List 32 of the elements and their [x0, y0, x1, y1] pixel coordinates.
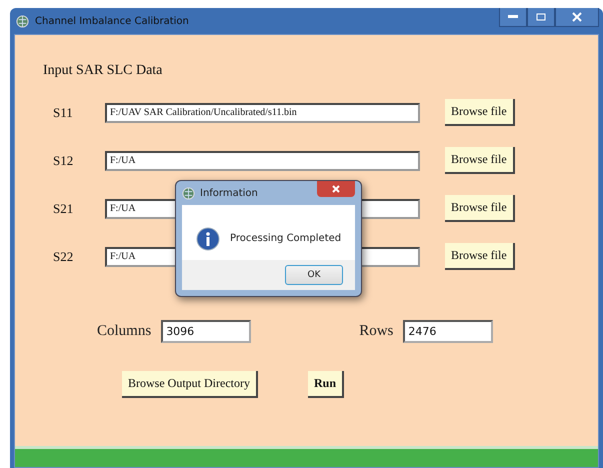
columns-field[interactable]: 3096	[161, 320, 252, 343]
channel-label: S12	[52, 152, 74, 168]
app-icon	[16, 14, 29, 28]
dialog-close-button[interactable]	[317, 181, 355, 197]
file-path-field[interactable]: F:/UAV SAR Calibration/Uncalibrated/s11.bin	[105, 102, 420, 122]
browse-file-button[interactable]: Browse file	[445, 243, 515, 270]
close-button[interactable]	[555, 8, 599, 27]
browse-file-button[interactable]: Browse file	[445, 147, 515, 174]
info-icon	[196, 226, 220, 250]
rows-label: Rows	[359, 323, 394, 340]
minimize-icon	[508, 15, 518, 19]
run-button[interactable]: Run	[308, 371, 344, 398]
window-title: Channel Imbalance Calibration	[35, 16, 189, 26]
maximize-icon	[536, 13, 546, 21]
close-icon	[572, 12, 582, 22]
rows-field[interactable]: 2476	[403, 320, 494, 343]
dialog-message: Processing Completed	[230, 233, 342, 244]
browse-file-button[interactable]: Browse file	[445, 195, 515, 222]
browse-file-button[interactable]: Browse file	[445, 99, 515, 126]
dialog-app-icon	[182, 186, 195, 200]
dialog-title: Information	[200, 188, 258, 198]
channel-label: S21	[52, 200, 74, 216]
ok-button[interactable]: OK	[285, 265, 343, 285]
browse-output-button[interactable]: Browse Output Directory	[122, 371, 258, 398]
channel-label: S11	[52, 104, 74, 120]
minimize-button[interactable]	[499, 8, 527, 27]
channel-label: S22	[52, 248, 74, 264]
maximize-button[interactable]	[527, 8, 555, 27]
columns-label: Columns	[97, 323, 152, 340]
file-path-field[interactable]: F:/UA	[105, 150, 420, 170]
close-icon	[332, 185, 340, 193]
section-title: Input SAR SLC Data	[43, 63, 164, 79]
